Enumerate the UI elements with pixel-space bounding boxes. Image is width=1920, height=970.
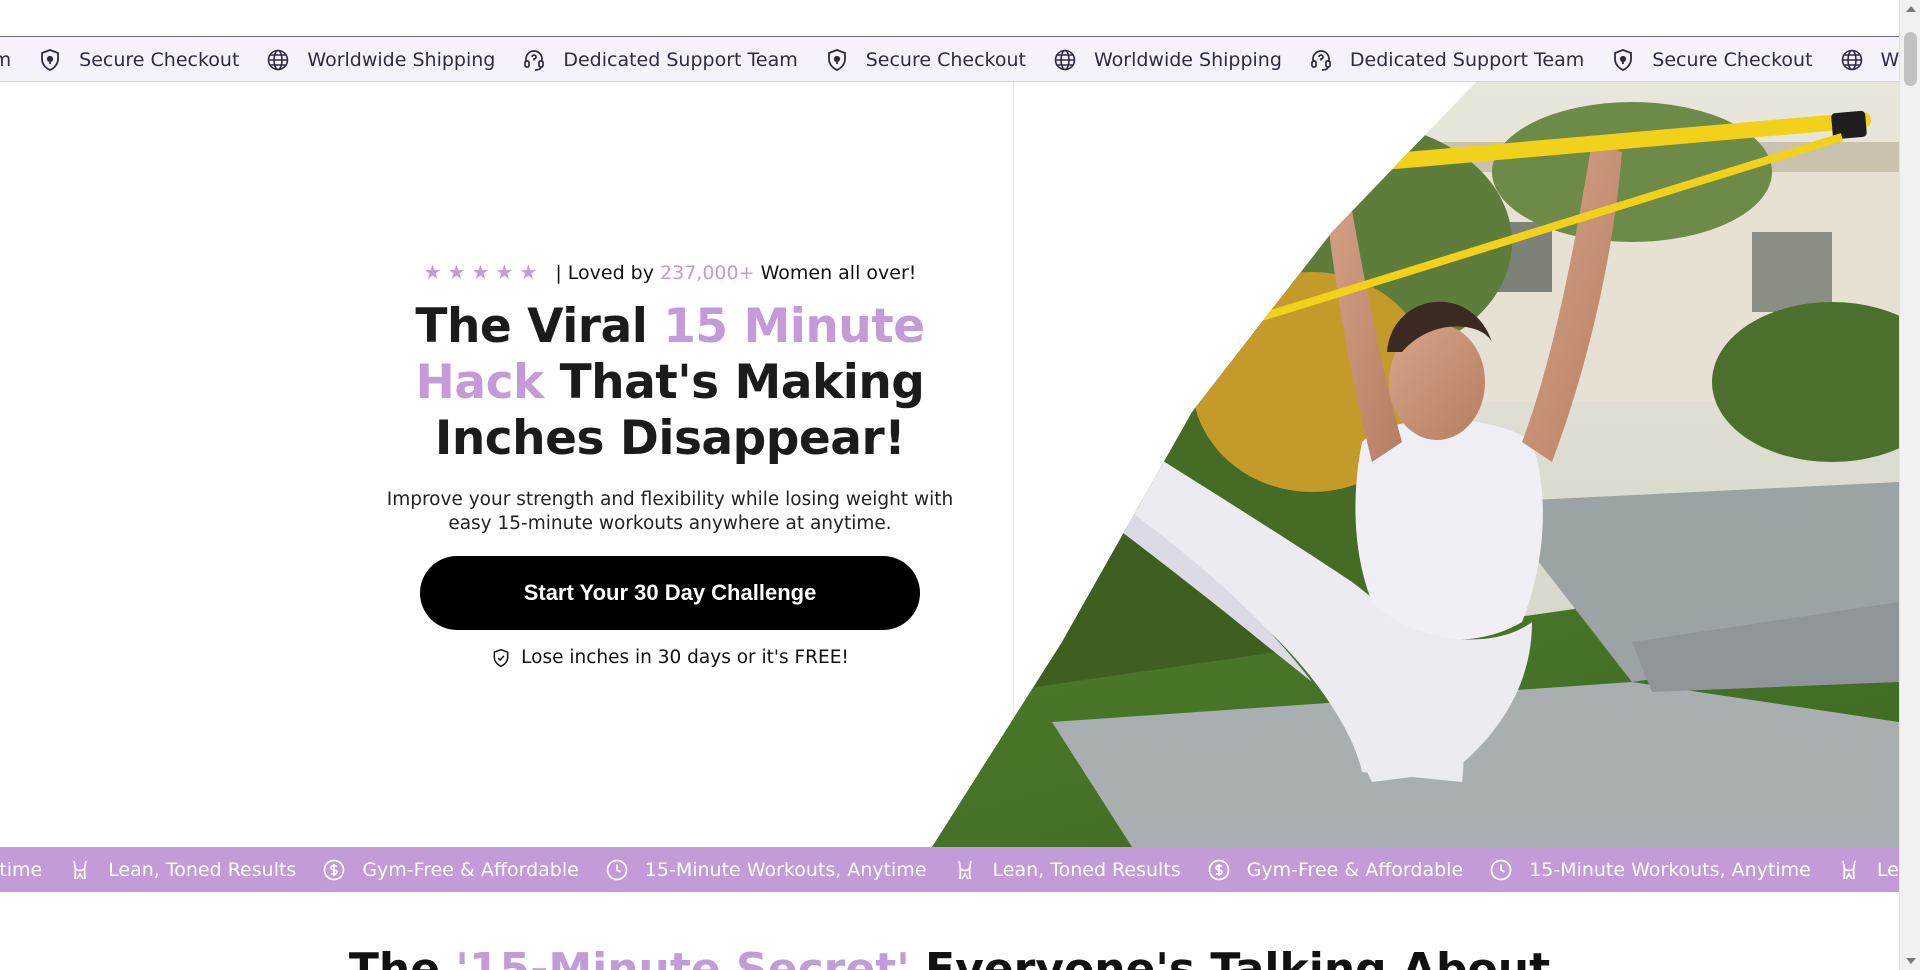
shield-icon bbox=[824, 47, 850, 73]
toned-body-icon bbox=[1837, 858, 1861, 882]
section-title-part: The bbox=[348, 944, 456, 970]
loved-suffix: Women all over! bbox=[754, 262, 917, 284]
scroll-down-arrow[interactable] bbox=[1906, 958, 1916, 964]
benefit-item-label: ytime bbox=[0, 858, 43, 881]
shield-icon bbox=[37, 47, 63, 73]
section-title: The '15-Minute Secret' Everyone's Talkin… bbox=[0, 944, 1899, 970]
shield-check-icon bbox=[493, 648, 509, 667]
guarantee-text: Lose inches in 30 days or it's FREE! bbox=[521, 647, 849, 668]
benefit-item-label: Lean, To bbox=[1876, 858, 1899, 881]
hero-subtext: Improve your strength and flexibility wh… bbox=[386, 489, 954, 534]
benefit-item-label: 15-Minute Workouts, Anytime bbox=[644, 858, 927, 881]
trust-item-label: Worldwide Shipping bbox=[1093, 49, 1282, 71]
toned-body-icon bbox=[68, 858, 92, 882]
guarantee-note: Lose inches in 30 days or it's FREE! bbox=[0, 647, 1340, 668]
trust-item-label: Secure Checkout bbox=[1652, 49, 1813, 71]
benefit-track: ytime Lean, Toned Results Gym-Free & Aff… bbox=[0, 847, 1899, 892]
trust-item-support: Dedicated Support Team bbox=[521, 47, 798, 73]
social-proof-row: ★★★★★ | Loved by 237,000+ Women all over… bbox=[0, 260, 1340, 284]
trust-item-secure-checkout: Secure Checkout bbox=[37, 47, 239, 73]
benefit-item-15-minute: 15-Minute Workouts, Anytime bbox=[605, 858, 927, 882]
dollar-icon bbox=[1207, 858, 1231, 882]
trust-item-fragment: am bbox=[0, 49, 11, 71]
trust-item-worldwide-shipping: Worldwide Shipping bbox=[1052, 47, 1282, 73]
trust-item-support: Dedicated Support Team bbox=[1308, 47, 1584, 73]
trust-item-label: am bbox=[0, 49, 11, 71]
headline-part: Inches Disappear! bbox=[434, 411, 906, 466]
benefit-item-toned: Lean, To bbox=[1837, 858, 1899, 882]
loved-prefix: | Loved by bbox=[555, 262, 661, 284]
benefit-item-label: Gym-Free & Affordable bbox=[362, 858, 579, 881]
start-challenge-button[interactable]: Start Your 30 Day Challenge bbox=[420, 556, 920, 630]
trust-item-label: Worldwide Shipping bbox=[307, 49, 496, 71]
trust-item-label: Dedicated Support Team bbox=[1349, 49, 1585, 71]
headset-icon bbox=[1308, 47, 1334, 73]
landing-page: am Secure Checkout Worldwide Shipping De… bbox=[0, 0, 1899, 970]
benefit-item-label: Gym-Free & Affordable bbox=[1246, 858, 1464, 881]
loved-count: 237,000+ bbox=[660, 262, 755, 284]
trust-item-secure-checkout: Secure Checkout bbox=[824, 47, 1026, 73]
trust-item-label: Worldw bbox=[1880, 49, 1899, 71]
scroll-up-arrow[interactable] bbox=[1906, 6, 1916, 12]
page-scrollbar[interactable] bbox=[1899, 0, 1920, 970]
trust-item-worldwide-shipping: Worldw bbox=[1839, 47, 1899, 73]
globe-icon bbox=[1839, 47, 1865, 73]
globe-icon bbox=[265, 47, 291, 73]
headset-icon bbox=[521, 47, 547, 73]
trust-track: am Secure Checkout Worldwide Shipping De… bbox=[0, 37, 1899, 81]
trust-item-label: Secure Checkout bbox=[79, 49, 240, 71]
headline-part: That's Making bbox=[543, 355, 925, 410]
trust-item-label: Secure Checkout bbox=[865, 49, 1026, 71]
benefit-bar: ytime Lean, Toned Results Gym-Free & Aff… bbox=[0, 847, 1899, 892]
benefit-item-gym-free: Gym-Free & Affordable bbox=[322, 858, 579, 882]
trust-item-label: Dedicated Support Team bbox=[563, 49, 798, 71]
trust-item-worldwide-shipping: Worldwide Shipping bbox=[265, 47, 495, 73]
scroll-thumb[interactable] bbox=[1904, 32, 1917, 86]
headline-accent: Hack bbox=[415, 355, 545, 410]
benefit-item-gym-free: Gym-Free & Affordable bbox=[1207, 858, 1463, 882]
hero-headline: The Viral 15 Minute Hack That's Making I… bbox=[0, 299, 1340, 467]
section-title-accent: '15-Minute Secret' bbox=[455, 944, 910, 970]
benefit-item-label: Lean, Toned Results bbox=[992, 858, 1181, 881]
rating-stars: ★★★★★ bbox=[423, 260, 544, 284]
trust-bar: am Secure Checkout Worldwide Shipping De… bbox=[0, 36, 1899, 82]
clock-icon bbox=[1489, 858, 1513, 882]
benefit-item-toned: Lean, Toned Results bbox=[68, 858, 296, 882]
benefit-item-toned: Lean, Toned Results bbox=[953, 858, 1181, 882]
clock-icon bbox=[605, 858, 629, 882]
shield-icon bbox=[1610, 47, 1636, 73]
headline-accent: 15 Minute bbox=[663, 299, 925, 354]
benefit-item-fragment: ytime bbox=[0, 859, 42, 881]
benefit-item-label: 15-Minute Workouts, Anytime bbox=[1529, 858, 1811, 881]
benefit-item-15-minute: 15-Minute Workouts, Anytime bbox=[1489, 858, 1811, 882]
section-title-part: Everyone's Talking About bbox=[909, 944, 1551, 970]
headline-part: The Viral bbox=[415, 299, 664, 354]
globe-icon bbox=[1052, 47, 1078, 73]
hero-section: ★★★★★ | Loved by 237,000+ Women all over… bbox=[0, 82, 1899, 847]
benefit-item-label: Lean, Toned Results bbox=[108, 858, 297, 881]
dollar-icon bbox=[322, 858, 346, 882]
toned-body-icon bbox=[953, 858, 977, 882]
trust-item-secure-checkout: Secure Checkout bbox=[1610, 47, 1813, 73]
